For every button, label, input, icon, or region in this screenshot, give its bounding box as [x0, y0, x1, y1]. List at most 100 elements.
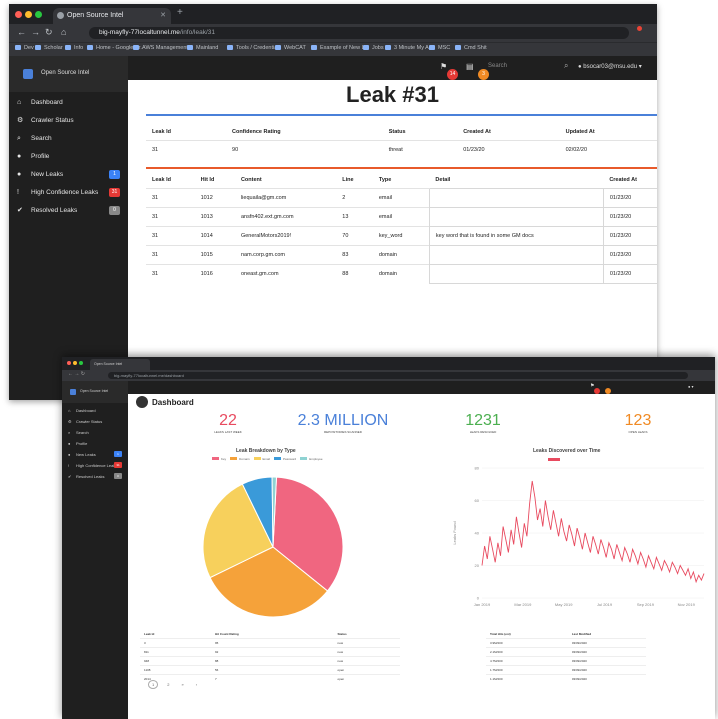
table-pagination: 1 2 » › [148, 680, 206, 689]
page-button[interactable]: › [193, 681, 200, 688]
bookmark-item[interactable]: Cmd Shit [455, 45, 487, 51]
sidebar-item-resolved-leaks[interactable]: ✔ Resolved Leaks 0 [9, 202, 128, 220]
flag-icon[interactable]: ⚑ [440, 62, 447, 71]
user-icon: ● [68, 441, 71, 446]
bookmark-item[interactable]: Info [65, 45, 83, 51]
sidebar-item-search[interactable]: ⌕ Search [62, 427, 128, 438]
sidebar-item-high-confidence-leaks[interactable]: ! High Confidence Leaks 31 [9, 184, 128, 202]
sidebar-item-new-leaks[interactable]: ● New Leaks 1 [9, 166, 128, 184]
sidebar-item-search[interactable]: ⌕ Search [9, 130, 128, 148]
page-button[interactable]: 1 [148, 680, 159, 689]
sidebar-item-profile[interactable]: ● Profile [9, 148, 128, 166]
table-row[interactable]: 31 1015 nam.corp.gm.com 83 domain 01/23/20 [146, 245, 657, 265]
table-row[interactable]: 3.9M/200 03/09/2020 [486, 638, 646, 648]
new-tab-button[interactable]: + [177, 7, 183, 18]
bookmark-item[interactable]: 3 Minute My App [385, 45, 435, 51]
column-header: Content [240, 177, 262, 183]
bookmark-item[interactable]: Jobs [363, 45, 384, 51]
sidebar-brand[interactable]: Open Source Intel [9, 56, 128, 92]
table-row[interactable]: 1.1M/200 03/09/2020 [486, 674, 646, 683]
sidebar-item-label: Crawler Status [76, 419, 103, 424]
address-bar[interactable]: big-mayfly-77localtunnel.me/info/leak/31 [89, 27, 629, 39]
close-window-button[interactable] [15, 11, 22, 18]
table-cell: new [333, 656, 400, 666]
stat-value: 2.3 MILLION [297, 412, 389, 429]
maximize-window-button[interactable] [79, 361, 83, 365]
document-badge: 3 [478, 69, 489, 80]
thumbs-up-icon: ✔ [68, 474, 72, 479]
table-row[interactable]: 31 1014 GeneralMotors2019! 70 key_word key wo… [146, 226, 657, 246]
browser-tab[interactable]: Open Source Intel ✕ [53, 8, 171, 24]
browser-toolbar: ← → ↻ big-mayfly-77localtunnel.me/dashbo… [62, 370, 715, 381]
bookmark-item[interactable]: AWS Management [133, 45, 188, 51]
sidebar-item-high-confidence-leaks[interactable]: ! High Confidence Leaks 31 [62, 460, 128, 471]
user-menu[interactable]: ● bsocar03@msu.edu ▾ [578, 63, 642, 70]
close-tab-icon[interactable]: ✕ [160, 8, 166, 24]
table-row[interactable]: 31 1016 oneast.gm.com 88 domain 01/23/20 [146, 264, 657, 284]
sidebar-item-label: Dashboard [31, 99, 63, 106]
sidebar: Open Source Intel ⌂ Dashboard ⚙ Crawler Sta… [62, 381, 128, 719]
table-cell: 31 [146, 264, 195, 284]
document-icon[interactable]: ▤ [466, 62, 474, 71]
column-header: Updated At [565, 129, 595, 135]
sidebar-item-label: Resolved Leaks [76, 474, 105, 479]
extension-icon[interactable] [637, 26, 642, 31]
sidebar-item-dashboard[interactable]: ⌂ Dashboard [62, 405, 128, 416]
count-badge: 31 [109, 188, 120, 197]
bookmark-item[interactable]: Mainland [187, 45, 218, 51]
minimize-window-button[interactable] [25, 11, 32, 18]
table-row[interactable]: 4.7M/200 03/09/2020 [486, 656, 646, 666]
table-cell: 811 [140, 647, 211, 657]
address-bar[interactable]: big-mayfly-77localtunnel.me/dashboard [108, 372, 688, 379]
minimize-window-button[interactable] [73, 361, 77, 365]
sidebar-item-crawler-status[interactable]: ⚙ Crawler Status [62, 416, 128, 427]
maximize-window-button[interactable] [35, 11, 42, 18]
table-row[interactable]: 31 1013 ansfn402.ext.gm.com 13 email 01/23/20 [146, 207, 657, 227]
bookmark-item[interactable]: Scholar [35, 45, 63, 51]
browser-tab[interactable]: Open Source Intel [90, 359, 150, 370]
table-row[interactable]: 1.7M/200 03/09/2020 [486, 665, 646, 675]
sidebar-item-profile[interactable]: ● Profile [62, 438, 128, 449]
sidebar-item-new-leaks[interactable]: ● New Leaks 1 [62, 449, 128, 460]
summary-divider [146, 114, 657, 116]
table-row[interactable]: 1108 56 open [140, 665, 400, 675]
search-icon[interactable]: ⌕ [564, 61, 568, 71]
table-row[interactable]: 3 95 new [140, 638, 400, 648]
table-cell: 01/23/20 [602, 188, 657, 208]
sidebar-item-dashboard[interactable]: ⌂ Dashboard [9, 94, 128, 112]
sidebar-item-crawler-status[interactable]: ⚙ Crawler Status [9, 112, 128, 130]
table-cell: 92 [210, 647, 334, 657]
user-menu[interactable]: ● ▾ [688, 384, 694, 389]
page-button[interactable]: » [178, 681, 186, 688]
bookmark-item[interactable]: Dev [15, 45, 34, 51]
close-window-button[interactable] [67, 361, 71, 365]
sidebar-item-label: Resolved Leaks [31, 207, 78, 214]
reload-icon[interactable]: ↻ [45, 27, 53, 38]
column-header: Status [337, 632, 347, 636]
back-arrow-icon[interactable]: ← → ↻ [68, 371, 85, 377]
table-row[interactable]: 811 92 new [140, 647, 400, 657]
table-cell: 13 [336, 207, 373, 227]
table-row[interactable]: 2.1M/200 03/09/2020 [486, 647, 646, 657]
sidebar-brand[interactable]: Open Source Intel [62, 381, 128, 403]
legend-swatch [274, 457, 282, 460]
table-cell: 1.7M/200 [486, 665, 568, 675]
bookmark-item[interactable]: MSC [429, 45, 450, 51]
leak-detail-window: Open Source Intel ✕ + ← → ↻ ⌂ big-mayfly… [9, 4, 657, 400]
forward-arrow-icon[interactable]: → [31, 27, 40, 37]
table-cell: 3.9M/200 [486, 638, 568, 648]
page-button[interactable]: 2 [164, 681, 172, 688]
table-cell: 03/09/2020 [567, 638, 646, 648]
table-row[interactable]: 948 88 new [140, 656, 400, 666]
sidebar-item-label: New Leaks [31, 171, 64, 178]
home-icon[interactable]: ⌂ [61, 27, 66, 37]
bookmark-item[interactable]: Tools / Credentials [227, 45, 281, 51]
table-cell [428, 264, 604, 284]
back-arrow-icon[interactable]: ← [17, 27, 26, 37]
bookmark-item[interactable]: Example of New Lo. [311, 45, 369, 51]
search-input[interactable]: Search [488, 63, 507, 69]
table-row[interactable]: 31 1012 liequaila@gm.com 2 email 01/23/20 [146, 188, 657, 208]
bookmark-item[interactable]: WebCAT [275, 45, 306, 51]
sidebar-item-resolved-leaks[interactable]: ✔ Resolved Leaks 0 [62, 471, 128, 482]
bookmarks-bar: Dev Scholar Info Home - Google Dr. AWS Manag… [9, 42, 657, 56]
